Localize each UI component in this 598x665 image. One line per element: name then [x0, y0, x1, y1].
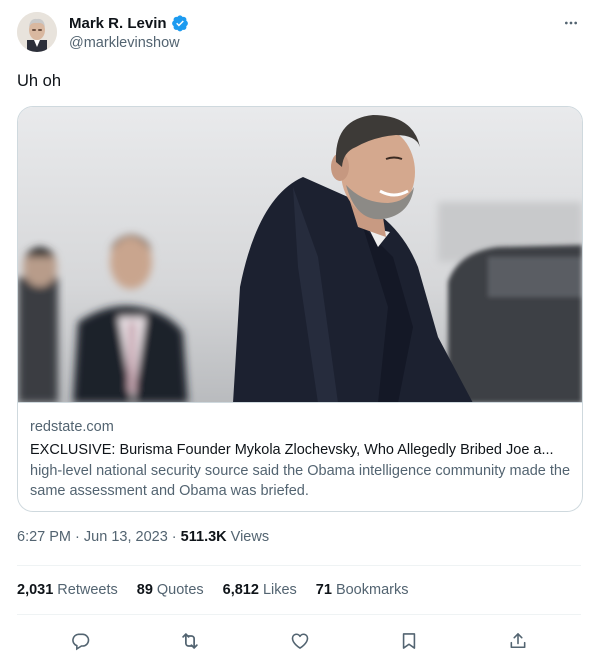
- tweet-header: Mark R. Levin @marklevinshow: [17, 10, 584, 56]
- retweet-icon[interactable]: [171, 622, 209, 660]
- card-title[interactable]: EXCLUSIVE: Burisma Founder Mykola Zloche…: [30, 439, 572, 461]
- views-count: 511.3K: [180, 529, 227, 545]
- stat-label: Retweets: [57, 582, 118, 598]
- more-horizontal-icon[interactable]: [560, 12, 582, 34]
- stat-label: Bookmarks: [335, 582, 409, 598]
- avatar[interactable]: [17, 12, 57, 52]
- engagement-stats: 2,031 Retweets 89 Quotes 6,812 Likes 71 …: [17, 582, 408, 598]
- action-bar: [17, 622, 581, 660]
- stat-quotes[interactable]: 89 Quotes: [137, 582, 204, 598]
- card-body: redstate.com EXCLUSIVE: Burisma Founder …: [30, 417, 572, 501]
- divider: [17, 565, 581, 566]
- card-image[interactable]: [18, 107, 582, 403]
- stat-label: Quotes: [156, 582, 204, 598]
- meta-separator: ·: [171, 529, 177, 545]
- display-name[interactable]: Mark R. Levin: [69, 15, 167, 32]
- tweet-meta: 6:27 PM · Jun 13, 2023 · 511.3K Views: [17, 529, 269, 545]
- stat-likes[interactable]: 6,812 Likes: [223, 582, 297, 598]
- like-icon[interactable]: [281, 622, 319, 660]
- card-domain: redstate.com: [30, 419, 114, 435]
- stat-bookmarks[interactable]: 71 Bookmarks: [316, 582, 409, 598]
- name-row: Mark R. Levin: [69, 14, 189, 32]
- tweet-time[interactable]: 6:27 PM: [17, 529, 71, 545]
- reply-icon[interactable]: [62, 622, 100, 660]
- link-card[interactable]: redstate.com EXCLUSIVE: Burisma Founder …: [17, 106, 583, 512]
- share-icon[interactable]: [499, 622, 537, 660]
- divider: [17, 614, 581, 615]
- stat-count: 89: [136, 582, 153, 598]
- stat-label: Likes: [262, 582, 297, 598]
- stat-count: 71: [315, 582, 332, 598]
- card-description: high-level national security source said…: [30, 463, 571, 499]
- stat-retweets[interactable]: 2,031 Retweets: [17, 582, 118, 598]
- verified-badge-icon: [171, 14, 189, 32]
- handle[interactable]: @marklevinshow: [69, 35, 180, 51]
- stat-count: 6,812: [222, 582, 259, 598]
- stat-count: 2,031: [17, 582, 54, 598]
- tweet-date[interactable]: Jun 13, 2023: [84, 529, 168, 545]
- tweet-text: Uh oh: [17, 72, 62, 90]
- meta-separator: ·: [75, 529, 80, 545]
- views-label: Views: [230, 529, 270, 545]
- bookmark-icon[interactable]: [390, 622, 428, 660]
